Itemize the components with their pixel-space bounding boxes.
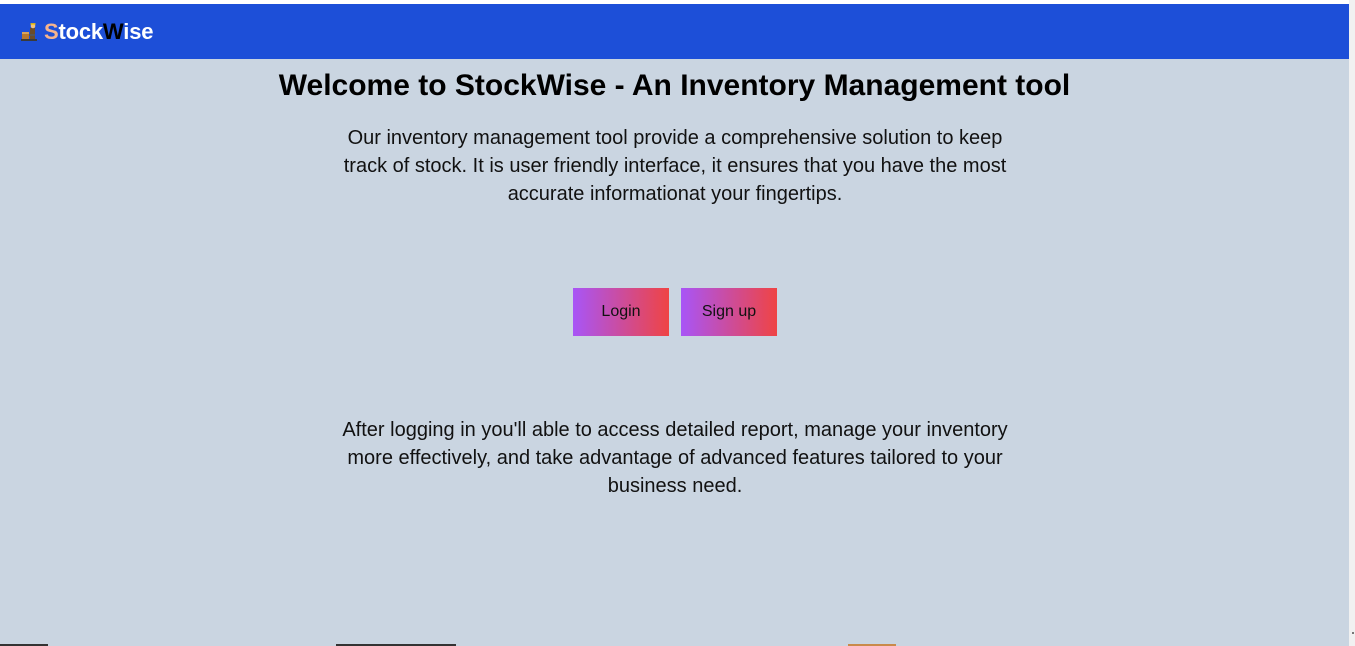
navbar: StockWise [0,4,1349,59]
warehouse-worker-icon [20,22,40,42]
page-title: Welcome to StockWise - An Inventory Mana… [278,69,1071,102]
brand-letter-w: W [102,19,124,44]
brand-link[interactable]: StockWise [20,19,153,45]
signup-button[interactable]: Sign up [681,288,777,336]
intro-paragraph: Our inventory management tool provide a … [343,127,1007,205]
brand-part-tock: tock [58,19,103,44]
page: StockWise Welcome to StockWise - An Inve… [0,4,1349,646]
scroll-down-arrow-icon[interactable] [1352,632,1354,634]
vertical-scrollbar[interactable] [1349,0,1355,646]
login-button[interactable]: Login [573,288,669,336]
outro-paragraph: After logging in you'll able to access d… [342,419,1008,497]
brand-name: StockWise [44,19,153,45]
brand-part-ise: ise [123,19,154,44]
brand-letter-s: S [44,19,59,44]
